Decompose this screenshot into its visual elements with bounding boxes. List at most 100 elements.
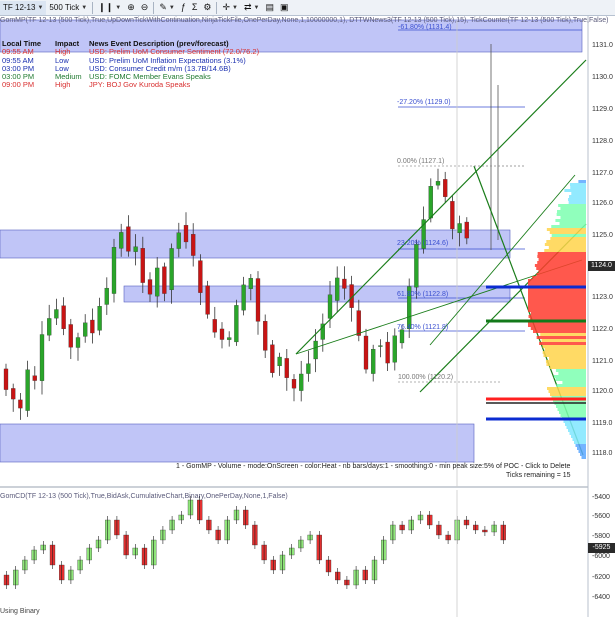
volume-profile-bar: [569, 195, 586, 198]
volume-profile-bar: [557, 210, 586, 213]
volume-profile-bar: [559, 411, 586, 414]
zoom-in-button[interactable]: ⊕: [124, 1, 138, 15]
chevron-down-icon: ▼: [115, 4, 122, 11]
candle-body: [126, 226, 131, 252]
candle-body: [183, 225, 189, 243]
volume-profile-bar: [543, 354, 586, 357]
fib-level-label: 0.00% (1127.1): [397, 158, 445, 165]
volume-profile-bar: [528, 294, 586, 297]
candle-body: [111, 247, 117, 294]
volume-profile-bar: [546, 240, 586, 243]
candle-body: [68, 324, 73, 348]
candle-body: [443, 179, 448, 197]
candle-body: [54, 309, 59, 319]
instrument-selector[interactable]: TF 12-13 ▼: [0, 0, 47, 15]
bar-type-button[interactable]: ❙❙ ▼: [95, 1, 124, 15]
volume-profile-bar: [540, 333, 586, 336]
candle-body: [32, 375, 37, 381]
volume-profile-bar: [572, 438, 586, 441]
price-axis-label: 1118.0: [592, 450, 613, 457]
volume-profile-bar: [528, 309, 586, 312]
zoom-out-icon: ⊖: [140, 2, 149, 12]
candle-body: [97, 306, 102, 331]
volume-profile-bar: [537, 261, 586, 264]
cd-current-marker: -5925: [588, 543, 615, 553]
price-axis-label: 1119.0: [592, 420, 613, 427]
volume-profile-bar: [557, 408, 586, 411]
volume-profile-bar: [564, 189, 586, 192]
current-price-marker: 1124.0: [588, 261, 615, 271]
candle-body: [313, 340, 318, 360]
snapshot-button[interactable]: ▣: [277, 1, 292, 15]
candle-body: [299, 373, 304, 391]
candle-body: [3, 368, 9, 390]
candle-body: [378, 345, 383, 347]
volume-profile-bar: [528, 303, 586, 306]
properties-button[interactable]: ⚙: [200, 1, 214, 15]
volume-profile-bar: [534, 264, 586, 267]
price-axis-label: 1120.0: [592, 388, 613, 395]
volume-profile-bar: [545, 360, 586, 363]
bottom-panel-label: Using Binary: [0, 608, 40, 615]
chevron-down-icon: ▼: [37, 4, 44, 11]
volume-profile-bar: [546, 363, 586, 366]
candle-body: [219, 328, 225, 340]
volume-profile-bar: [542, 351, 586, 354]
draw-tool-button[interactable]: ✎ ▼: [156, 1, 178, 15]
candle-body: [435, 181, 441, 186]
data-box-button[interactable]: ▤: [262, 1, 277, 15]
indicators-button[interactable]: ƒ: [178, 1, 189, 15]
volume-profile-bar: [553, 375, 586, 378]
volume-profile-bar: [570, 186, 586, 189]
fib-level-label: 76.40% (1121.8): [397, 324, 449, 331]
crosshair-icon: ✛: [222, 2, 231, 12]
chart-toolbar: TF 12-13 ▼ 500 Tick ▼ ❙❙ ▼ ⊕ ⊖ ✎ ▼ ƒ Σ ⚙ ✛ ▼ ⇄ ▼ ▤ ▣: [0, 0, 615, 16]
instrument-selector-label: TF 12-13: [3, 3, 36, 12]
price-chart[interactable]: [0, 16, 615, 617]
volume-profile-bar: [530, 327, 586, 330]
volume-profile-bar: [578, 180, 586, 183]
indicator-icon: ƒ: [180, 2, 186, 12]
crosshair-button[interactable]: ✛ ▼: [219, 1, 241, 15]
volume-profile-bar: [569, 183, 586, 186]
news-time: 09:00 PM: [2, 80, 35, 90]
strategy-button[interactable]: Σ: [189, 1, 201, 15]
candle-body: [428, 186, 433, 219]
candle-body: [277, 356, 282, 367]
toolbar-separator: [153, 1, 155, 14]
gommp-status-line[interactable]: 1 - GomMP - Volume - mode:OnScreen - col…: [176, 463, 570, 470]
price-axis-label: 1123.0: [592, 294, 613, 301]
volume-profile-bar: [528, 291, 586, 294]
candle-body: [39, 334, 45, 381]
candle-body: [241, 284, 246, 311]
volume-profile-bar: [536, 273, 586, 276]
candle-body: [191, 234, 196, 256]
candle-body: [371, 348, 376, 374]
candle-body: [464, 221, 469, 239]
zoom-in-icon: ⊕: [127, 2, 135, 12]
volume-profile-bar: [544, 348, 586, 351]
interval-selector[interactable]: 500 Tick ▼: [46, 1, 90, 15]
volume-profile-bar: [549, 231, 586, 234]
candle-body: [327, 294, 333, 319]
volume-profile-bar: [548, 390, 586, 393]
indicator-title: GomMP(TF 12-13 (500 Tick),True,UpDownTic…: [0, 17, 609, 24]
cd-axis-label: -6400: [592, 594, 610, 601]
candle-body: [162, 266, 167, 294]
volume-profile-bar: [549, 357, 586, 360]
volume-profile-bar: [577, 447, 586, 450]
cd-axis-label: -6200: [592, 574, 610, 581]
chart-trader-button[interactable]: ⇄ ▼: [241, 1, 263, 15]
fib-level-label: 23.20% (1124.6): [397, 240, 449, 247]
price-axis-label: 1128.0: [592, 138, 613, 145]
pencil-icon: ✎: [159, 2, 167, 12]
volume-profile-bar: [580, 453, 586, 456]
volume-profile-bar: [549, 366, 586, 369]
volume-profile-bar: [556, 405, 586, 408]
volume-profile-bar: [551, 225, 586, 228]
strategy-icon: Σ: [191, 2, 198, 12]
volume-profile-bar: [569, 432, 586, 435]
candle-body: [399, 329, 405, 344]
volume-profile-bar: [555, 369, 586, 372]
zoom-out-button[interactable]: ⊖: [138, 1, 152, 15]
